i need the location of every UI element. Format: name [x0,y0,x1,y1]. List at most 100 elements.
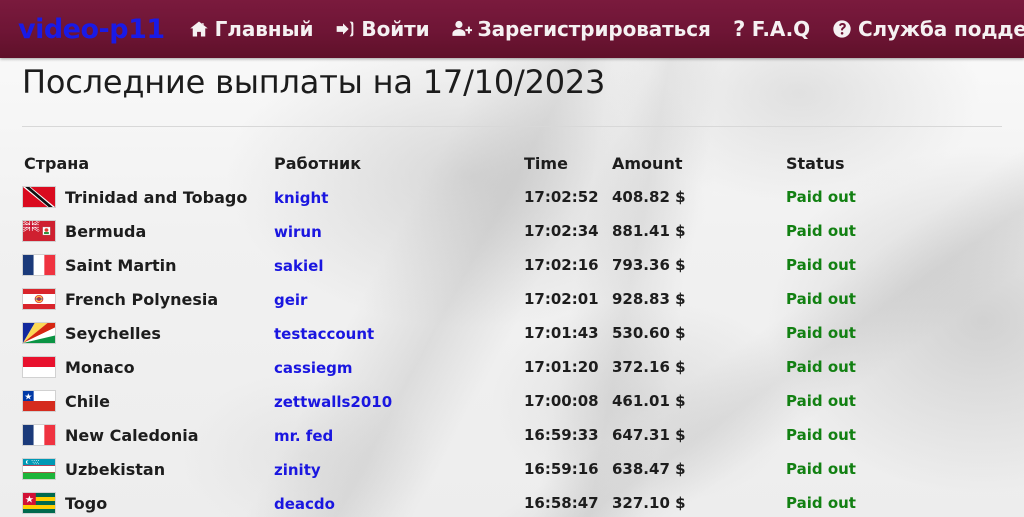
cell-amount: 408.82 $ [612,188,686,206]
worker-link[interactable]: testaccount [274,325,374,343]
cell-time: 16:58:47 [524,494,599,512]
cell-time: 16:59:33 [524,426,599,444]
cell-amount: 327.10 $ [612,494,686,512]
status-badge: Paid out [786,392,856,410]
cell-amount: 461.01 $ [612,392,686,410]
cell-country: Togo [22,492,274,514]
status-badge: Paid out [786,324,856,342]
page-title: Последние выплаты на 17/10/2023 [22,63,606,101]
top-navigation-bar: video-p11 Главный Войти Зарегистрировать… [0,0,1024,58]
table-row: Monaco cassiegm 17:01:20 372.16 $ Paid out [0,350,1024,384]
cell-time: 17:00:08 [524,392,599,410]
cell-worker: sakiel [274,256,516,275]
table-row: New Caledonia mr. fed 16:59:33 647.31 $ Paid… [0,418,1024,452]
cell-time: 17:02:52 [524,188,599,206]
cell-worker: geir [274,290,516,309]
country-name: Bermuda [65,221,147,241]
cell-country: Monaco [22,356,274,378]
flag-icon [22,220,56,242]
nav-item-login[interactable]: Войти [335,19,430,39]
column-header-worker: Работник [274,153,362,173]
country-name: Togo [65,493,108,513]
flag-icon [22,424,56,446]
question-mark-icon: ? [733,16,746,41]
cell-amount: 638.47 $ [612,460,686,478]
status-badge: Paid out [786,494,856,512]
table-row: Saint Martin sakiel 17:02:16 793.36 $ Paid o… [0,248,1024,282]
status-badge: Paid out [786,222,856,240]
cell-worker: zettwalls2010 [274,392,516,411]
table-row: Togo deacdo 16:58:47 327.10 $ Paid out [0,486,1024,517]
cell-worker: mr. fed [274,426,516,445]
cell-country: Seychelles [22,322,274,344]
status-badge: Paid out [786,256,856,274]
cell-amount: 881.41 $ [612,222,686,240]
table-header-row: Страна Работник Time Amount Status [0,146,1024,180]
country-name: French Polynesia [65,289,219,309]
cell-country: Chile [22,390,274,412]
nav-item-register-label: Зарегистрироваться [477,17,711,41]
cell-amount: 372.16 $ [612,358,686,376]
flag-icon [22,288,56,310]
worker-link[interactable]: wirun [274,223,322,241]
cell-time: 17:02:34 [524,222,599,240]
cell-worker: wirun [274,222,516,241]
flag-icon [22,322,56,344]
column-header-amount: Amount [612,153,683,173]
worker-link[interactable]: zettwalls2010 [274,393,392,411]
cell-amount: 647.31 $ [612,426,686,444]
cell-time: 17:01:43 [524,324,599,342]
nav-item-home[interactable]: Главный [189,19,314,39]
site-logo[interactable]: video-p11 [18,16,165,43]
flag-icon [22,254,56,276]
cell-country: New Caledonia [22,424,274,446]
status-badge: Paid out [786,358,856,376]
payouts-table: Страна Работник Time Amount Status Trini… [0,146,1024,517]
nav-item-faq-label: F.A.Q [751,17,810,41]
nav-item-faq[interactable]: ? F.A.Q [733,16,810,41]
worker-link[interactable]: zinity [274,461,321,479]
flag-icon [22,186,56,208]
page-root: video-p11 Главный Войти Зарегистрировать… [0,0,1024,517]
flag-icon [22,458,56,480]
table-row: Trinidad and Tobago knight 17:02:52 408.82 … [0,180,1024,214]
column-header-time: Time [524,153,568,173]
cell-country: French Polynesia [22,288,274,310]
cell-amount: 793.36 $ [612,256,686,274]
worker-link[interactable]: deacdo [274,495,335,513]
flag-icon [22,356,56,378]
status-badge: Paid out [786,460,856,478]
country-name: Chile [65,391,110,411]
home-icon [189,19,209,39]
nav-item-support[interactable]: Служба поддержки [832,19,1024,39]
cell-time: 17:01:20 [524,358,599,376]
nav-item-home-label: Главный [214,17,314,41]
cell-country: Trinidad and Tobago [22,186,274,208]
table-row: Chile zettwalls2010 17:00:08 461.01 $ Paid o… [0,384,1024,418]
cell-worker: deacdo [274,494,516,513]
cell-worker: cassiegm [274,358,516,377]
table-row: Uzbekistan zinity 16:59:16 638.47 $ Paid out [0,452,1024,486]
status-badge: Paid out [786,290,856,308]
status-badge: Paid out [786,426,856,444]
table-row: Bermuda wirun 17:02:34 881.41 $ Paid out [0,214,1024,248]
user-plus-icon [451,19,472,39]
table-body: Trinidad and Tobago knight 17:02:52 408.82 … [0,180,1024,517]
flag-icon [22,390,56,412]
country-name: Saint Martin [65,255,177,275]
cell-country: Saint Martin [22,254,274,276]
column-header-country: Страна [24,153,90,173]
cell-worker: testaccount [274,324,516,343]
cell-country: Bermuda [22,220,274,242]
worker-link[interactable]: knight [274,189,328,207]
cell-worker: knight [274,188,516,207]
worker-link[interactable]: sakiel [274,257,323,275]
worker-link[interactable]: geir [274,291,307,309]
worker-link[interactable]: cassiegm [274,359,353,377]
cell-time: 16:59:16 [524,460,599,478]
nav-item-register[interactable]: Зарегистрироваться [451,17,711,41]
cell-amount: 530.60 $ [612,324,686,342]
status-badge: Paid out [786,188,856,206]
worker-link[interactable]: mr. fed [274,427,333,445]
cell-worker: zinity [274,460,516,479]
